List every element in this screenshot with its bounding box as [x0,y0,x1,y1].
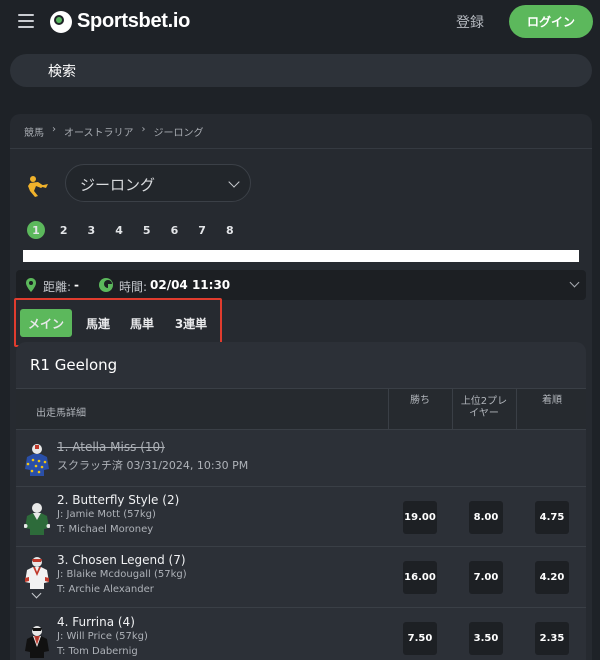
runner-jockey: J: Jamie Mott (57kg) [57,509,156,520]
race-number-3[interactable]: 3 [82,221,100,239]
tab-main[interactable]: メイン [20,309,72,337]
table-row: 3. Chosen Legend (7) J: Blaike Mcdougall… [16,548,586,608]
odds-button-order[interactable]: 4.75 [535,501,569,534]
odds-button-win[interactable]: 19.00 [403,501,437,534]
race-number-4[interactable]: 4 [110,221,128,239]
column-header-order: 着順 [520,395,584,407]
runner-scratch-status: スクラッチ済 03/31/2024, 10:30 PM [57,459,249,472]
distance-label: 距離: [43,280,72,294]
race-number-5[interactable]: 5 [138,221,156,239]
column-header-win: 勝ち [388,395,452,407]
login-button[interactable]: ログイン [509,5,593,38]
column-divider [516,389,517,429]
runner-trainer: T: Tom Dabernig [57,646,138,657]
table-row: 2. Butterfly Style (2) J: Jamie Mott (57… [16,488,586,547]
runner-jockey: J: Blaike Mcdougall (57kg) [57,569,187,580]
race-number-1[interactable]: 1 [27,221,45,239]
race-number-7[interactable]: 7 [193,221,211,239]
chevron-down-icon [228,176,240,188]
breadcrumb-item-racing[interactable]: 競馬 [24,124,44,139]
jockey-silk-icon [25,444,49,476]
race-number-list: 12345678 [27,221,249,239]
column-header-order-label: 着順 [542,395,562,406]
column-header-top2: 上位2プレ イヤー [452,396,516,420]
runner-name[interactable]: 1. Atella Miss (10) [57,440,165,454]
jockey-silk-icon [24,503,50,535]
search-bar[interactable]: 検索 [10,54,592,87]
column-header-win-label: 勝ち [410,395,430,406]
distance-value: - [74,278,79,292]
breadcrumb: 競馬 › オーストラリア › ジーロング [24,124,204,139]
runner-name[interactable]: 2. Butterfly Style (2) [57,493,179,507]
venue-select[interactable]: ジーロング [65,164,251,202]
time-label: 時間: [119,280,148,294]
logo-mark-icon [50,10,72,33]
odds-button-order[interactable]: 4.20 [535,561,569,594]
chevron-down-icon [569,277,580,288]
runner-name[interactable]: 3. Chosen Legend (7) [57,553,186,567]
column-header-top2-line2: イヤー [469,408,499,419]
column-header-top2-line1: 上位2プレ [460,396,508,407]
runner-trainer: T: Michael Moroney [57,524,154,535]
chevron-down-icon[interactable] [31,588,42,599]
top-header: Sportsbet.io 登録 ログイン [0,0,600,44]
race-number-6[interactable]: 6 [165,221,183,239]
horse-racing-icon [28,176,48,197]
odds-button-top2[interactable]: 8.00 [469,501,503,534]
runner-name[interactable]: 4. Furrina (4) [57,615,135,629]
odds-button-top2[interactable]: 7.00 [469,561,503,594]
location-pin-icon [26,278,36,292]
race-number-2[interactable]: 2 [55,221,73,239]
jockey-silk-icon [25,626,49,658]
tab-trifecta[interactable]: 3連単 [168,309,214,337]
divider [10,148,592,149]
race-panel: 競馬 › オーストラリア › ジーロング ジーロング 12345678 距離: … [10,114,592,660]
race-progress-bar [23,250,579,262]
venue-selected-value: ジーロング [80,176,156,194]
sportsbet-logo[interactable]: Sportsbet.io [50,10,190,33]
odds-button-top2[interactable]: 3.50 [469,622,503,655]
market-table: R1 Geelong 出走馬詳細 勝ち 上位2プレ イヤー 着順 1. Atel… [16,342,586,660]
runner-jockey: J: Will Price (57kg) [57,631,148,642]
table-row: 4. Furrina (4) J: Will Price (57kg) T: T… [16,609,586,660]
tab-exacta[interactable]: 馬単 [124,309,160,337]
clock-icon [99,278,113,292]
race-info-bar[interactable]: 距離: - 時間: 02/04 11:30 [16,270,586,300]
breadcrumb-separator-icon: › [52,124,56,135]
jockey-silk-icon [25,557,49,589]
logo-text: Sportsbet.io [77,10,191,32]
breadcrumb-separator-icon: › [141,124,146,135]
breadcrumb-item-geelong[interactable]: ジーロング [154,124,204,139]
register-link[interactable]: 登録 [456,12,484,32]
race-number-8[interactable]: 8 [221,221,239,239]
odds-button-win[interactable]: 7.50 [403,622,437,655]
column-header-runner-details: 出走馬詳細 [36,408,86,419]
market-title: R1 Geelong [30,356,118,374]
table-header: 出走馬詳細 勝ち 上位2プレ イヤー 着順 [16,388,586,430]
odds-button-order[interactable]: 2.35 [535,622,569,655]
tab-quinella[interactable]: 馬連 [80,309,116,337]
search-label: 検索 [48,64,76,80]
menu-icon[interactable] [18,14,34,28]
table-row: 1. Atella Miss (10) スクラッチ済 03/31/2024, 1… [16,431,586,487]
breadcrumb-item-australia[interactable]: オーストラリア [64,124,134,139]
time-value: 02/04 11:30 [150,278,231,292]
runner-trainer: T: Archie Alexander [57,584,154,595]
market-tabs: メイン 馬連 馬単 3連単 [14,298,222,347]
odds-button-win[interactable]: 16.00 [403,561,437,594]
